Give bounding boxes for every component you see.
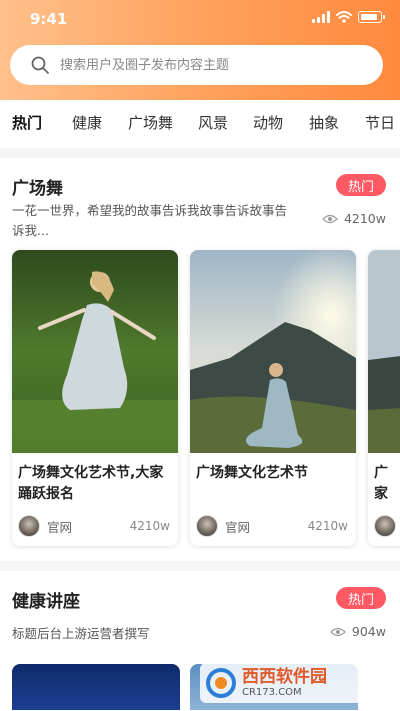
status-time: 9:41: [30, 10, 68, 28]
hot-badge[interactable]: 热门: [336, 174, 386, 196]
watermark-logo-icon: [206, 668, 236, 698]
section-title-text: 广场舞: [12, 179, 63, 199]
post-card[interactable]: 广场舞文化艺术节 官网 4210w: [190, 250, 356, 546]
avatar[interactable]: [374, 515, 396, 537]
author-name: 官网: [225, 519, 251, 535]
post-title: 广家: [374, 465, 388, 502]
tab-animals[interactable]: 动物: [253, 112, 283, 133]
hot-badge[interactable]: 热门: [336, 587, 386, 609]
post-image: [12, 250, 178, 453]
post-views: 4210w: [307, 519, 348, 533]
eye-icon: [330, 627, 346, 636]
post-image[interactable]: [12, 664, 180, 710]
watermark: 西西软件园 CR173.COM: [200, 663, 390, 703]
section-title: 广场舞: [12, 174, 82, 199]
views-count: 904w: [351, 624, 386, 639]
post-title: 广场舞文化艺术节: [196, 465, 308, 481]
tab-abstract[interactable]: 抽象: [309, 112, 339, 133]
section-views: 4210w: [322, 211, 386, 226]
views-count: 4210w: [343, 211, 386, 226]
section-square-dance: 广场舞 热门 一花一世界，希望我的故事告诉我故事告诉故事告诉我... 4210w: [0, 158, 400, 561]
tab-hot[interactable]: 热门: [9, 112, 45, 133]
post-views: 4210w: [129, 519, 170, 533]
search-input[interactable]: [60, 57, 360, 73]
avatar[interactable]: [196, 515, 218, 537]
avatar[interactable]: [18, 515, 40, 537]
post-card[interactable]: 广家: [368, 250, 400, 546]
signal-icon: [312, 11, 330, 23]
post-title: 广场舞文化艺术节,大家踊跃报名: [18, 465, 164, 502]
author-name: 官网: [47, 519, 73, 535]
eye-icon: [322, 214, 338, 223]
section-title-text: 健康讲座: [12, 592, 80, 612]
tab-health[interactable]: 健康: [72, 112, 102, 133]
tab-scenery[interactable]: 风景: [198, 112, 228, 133]
battery-icon: [358, 11, 385, 23]
section-description: 标题后台上游运营者撰写: [12, 626, 150, 641]
header-bar: 9:41: [0, 0, 400, 100]
section-views: 904w: [330, 624, 386, 639]
status-icons: [312, 11, 385, 23]
post-footer: [374, 514, 400, 538]
search-icon: [31, 56, 49, 74]
wifi-icon: [336, 11, 352, 23]
tab-square-dance[interactable]: 广场舞: [128, 112, 173, 133]
post-image: [190, 250, 356, 453]
post-footer: 官网 4210w: [196, 514, 348, 538]
section-title: 健康讲座: [12, 587, 102, 612]
section-description: 一花一世界，希望我的故事告诉我故事告诉故事告诉我...: [12, 203, 288, 238]
watermark-sub: CR173.COM: [242, 687, 302, 698]
post-image: [368, 250, 400, 453]
post-footer: 官网 4210w: [18, 514, 170, 538]
tab-festival[interactable]: 节日: [365, 112, 395, 133]
post-card[interactable]: 广场舞文化艺术节,大家踊跃报名 官网 4210w: [12, 250, 178, 546]
watermark-name: 西西软件园: [242, 667, 327, 687]
search-bar[interactable]: [10, 45, 383, 85]
category-tabs: 热门 健康 广场舞 风景 动物 抽象 节日: [0, 100, 400, 148]
